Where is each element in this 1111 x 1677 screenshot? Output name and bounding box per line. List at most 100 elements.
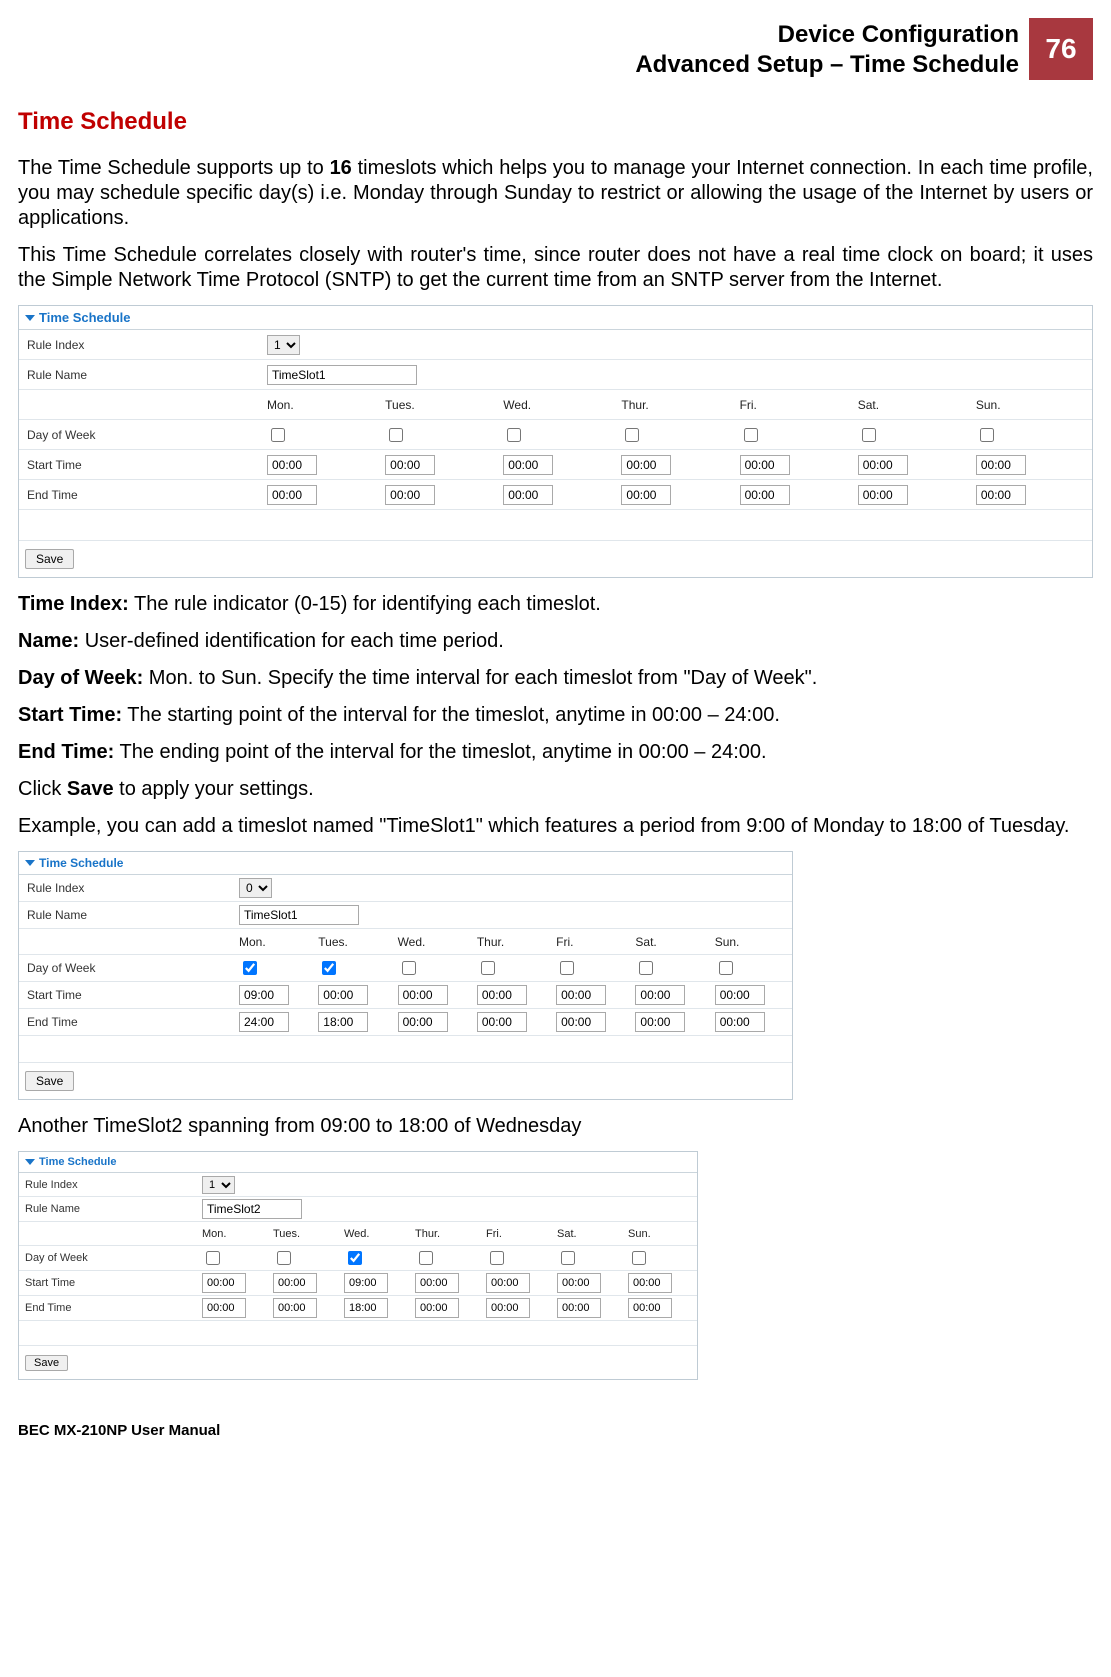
rule-name-input[interactable] bbox=[202, 1199, 302, 1219]
panel-title: Time Schedule bbox=[39, 856, 123, 870]
day-checkbox-fri[interactable] bbox=[490, 1251, 504, 1265]
day-checkbox-wed[interactable] bbox=[348, 1251, 362, 1265]
panel-title: Time Schedule bbox=[39, 1156, 116, 1168]
start-time-input[interactable] bbox=[273, 1273, 317, 1293]
day-checkbox-fri[interactable] bbox=[744, 428, 758, 442]
rule-name-input[interactable] bbox=[267, 365, 417, 385]
start-time-input[interactable] bbox=[385, 455, 435, 475]
section-title: Time Schedule bbox=[18, 108, 1093, 136]
end-time-input[interactable] bbox=[385, 485, 435, 505]
start-time-input[interactable] bbox=[628, 1273, 672, 1293]
day-checkbox-sat[interactable] bbox=[561, 1251, 575, 1265]
end-time-input[interactable] bbox=[267, 485, 317, 505]
day-header: Fri. bbox=[738, 398, 856, 412]
day-header: Sun. bbox=[974, 398, 1092, 412]
day-checkbox-tue[interactable] bbox=[389, 428, 403, 442]
end-time-input[interactable] bbox=[318, 1012, 368, 1032]
end-time-input[interactable] bbox=[557, 1298, 601, 1318]
end-time-input[interactable] bbox=[398, 1012, 448, 1032]
end-time-input[interactable] bbox=[486, 1298, 530, 1318]
end-time-input[interactable] bbox=[858, 485, 908, 505]
start-time-input[interactable] bbox=[398, 985, 448, 1005]
end-time-input[interactable] bbox=[202, 1298, 246, 1318]
day-checkbox-sun[interactable] bbox=[632, 1251, 646, 1265]
rule-index-select[interactable]: 1 bbox=[267, 335, 300, 355]
end-time-input[interactable] bbox=[239, 1012, 289, 1032]
day-checkbox-tue[interactable] bbox=[277, 1251, 291, 1265]
start-time-input[interactable] bbox=[267, 455, 317, 475]
day-header: Sat. bbox=[856, 398, 974, 412]
start-time-input[interactable] bbox=[621, 455, 671, 475]
collapse-arrow-icon[interactable] bbox=[25, 860, 35, 866]
example-text: Example, you can add a timeslot named "T… bbox=[18, 814, 1093, 839]
start-time-input[interactable] bbox=[503, 455, 553, 475]
day-header: Mon. bbox=[265, 398, 383, 412]
day-checkbox-thu[interactable] bbox=[481, 961, 495, 975]
end-time-input[interactable] bbox=[740, 485, 790, 505]
day-checkbox-sat[interactable] bbox=[862, 428, 876, 442]
def-start-time: Start Time: The starting point of the in… bbox=[18, 703, 1093, 728]
page-header: Device Configuration Advanced Setup – Ti… bbox=[18, 18, 1093, 80]
start-time-input[interactable] bbox=[740, 455, 790, 475]
start-time-label: Start Time bbox=[27, 458, 265, 472]
another-text: Another TimeSlot2 spanning from 09:00 to… bbox=[18, 1114, 1093, 1139]
end-time-input[interactable] bbox=[415, 1298, 459, 1318]
time-schedule-panel-3: Time Schedule Rule Index 1 Rule Name Mon… bbox=[18, 1151, 698, 1380]
day-checkbox-sat[interactable] bbox=[639, 961, 653, 975]
start-time-input[interactable] bbox=[415, 1273, 459, 1293]
day-checkbox-mon[interactable] bbox=[243, 961, 257, 975]
end-time-input[interactable] bbox=[273, 1298, 317, 1318]
save-button[interactable]: Save bbox=[25, 549, 74, 569]
end-time-input[interactable] bbox=[715, 1012, 765, 1032]
start-time-input[interactable] bbox=[318, 985, 368, 1005]
day-checkbox-sun[interactable] bbox=[980, 428, 994, 442]
end-time-input[interactable] bbox=[556, 1012, 606, 1032]
start-time-input[interactable] bbox=[557, 1273, 601, 1293]
end-time-input[interactable] bbox=[621, 485, 671, 505]
time-schedule-panel-1: Time Schedule Rule Index 1 Rule Name Mon… bbox=[18, 305, 1093, 578]
start-time-input[interactable] bbox=[477, 985, 527, 1005]
collapse-arrow-icon[interactable] bbox=[25, 315, 35, 321]
panel-title: Time Schedule bbox=[39, 310, 131, 325]
rule-index-label: Rule Index bbox=[27, 338, 265, 352]
day-checkbox-tue[interactable] bbox=[322, 961, 336, 975]
save-button[interactable]: Save bbox=[25, 1071, 74, 1091]
page-number-box: 76 bbox=[1029, 18, 1093, 80]
day-checkbox-thu[interactable] bbox=[625, 428, 639, 442]
intro-para-1: The Time Schedule supports up to 16 time… bbox=[18, 156, 1093, 231]
day-of-week-label: Day of Week bbox=[27, 428, 265, 442]
day-header: Wed. bbox=[501, 398, 619, 412]
day-checkbox-mon[interactable] bbox=[206, 1251, 220, 1265]
end-time-input[interactable] bbox=[503, 485, 553, 505]
start-time-input[interactable] bbox=[202, 1273, 246, 1293]
rule-name-label: Rule Name bbox=[27, 368, 265, 382]
start-time-input[interactable] bbox=[976, 455, 1026, 475]
day-checkbox-sun[interactable] bbox=[719, 961, 733, 975]
rule-index-select[interactable]: 0 bbox=[239, 878, 272, 898]
start-time-input[interactable] bbox=[486, 1273, 530, 1293]
day-checkbox-wed[interactable] bbox=[402, 961, 416, 975]
end-time-input[interactable] bbox=[344, 1298, 388, 1318]
start-time-input[interactable] bbox=[239, 985, 289, 1005]
end-time-input[interactable] bbox=[628, 1298, 672, 1318]
end-time-input[interactable] bbox=[976, 485, 1026, 505]
day-checkbox-wed[interactable] bbox=[507, 428, 521, 442]
def-day-of-week: Day of Week: Mon. to Sun. Specify the ti… bbox=[18, 666, 1093, 691]
day-checkbox-thu[interactable] bbox=[419, 1251, 433, 1265]
day-checkbox-fri[interactable] bbox=[560, 961, 574, 975]
start-time-input[interactable] bbox=[556, 985, 606, 1005]
def-time-index: Time Index: The rule indicator (0-15) fo… bbox=[18, 592, 1093, 617]
start-time-input[interactable] bbox=[635, 985, 685, 1005]
time-schedule-panel-2: Time Schedule Rule Index 0 Rule Name Mon… bbox=[18, 851, 793, 1100]
start-time-input[interactable] bbox=[715, 985, 765, 1005]
rule-name-input[interactable] bbox=[239, 905, 359, 925]
day-checkbox-mon[interactable] bbox=[271, 428, 285, 442]
def-name: Name: User-defined identification for ea… bbox=[18, 629, 1093, 654]
start-time-input[interactable] bbox=[858, 455, 908, 475]
rule-index-select[interactable]: 1 bbox=[202, 1176, 235, 1194]
end-time-input[interactable] bbox=[635, 1012, 685, 1032]
collapse-arrow-icon[interactable] bbox=[25, 1159, 35, 1165]
end-time-input[interactable] bbox=[477, 1012, 527, 1032]
start-time-input[interactable] bbox=[344, 1273, 388, 1293]
save-button[interactable]: Save bbox=[25, 1355, 68, 1371]
